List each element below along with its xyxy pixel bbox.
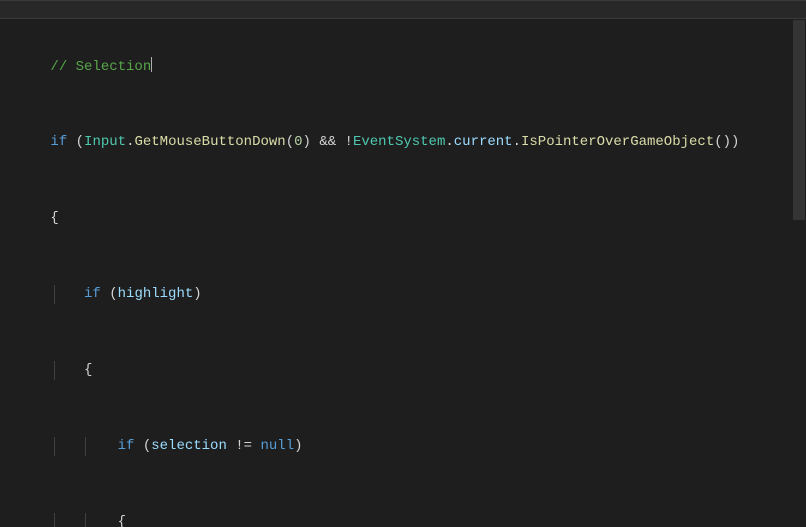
code-line[interactable]: { [0,513,806,527]
code-line[interactable]: if (selection != null) [0,437,806,456]
method: IsPointerOverGameObject [521,134,714,150]
type: Input [84,134,126,150]
code-line[interactable]: { [0,209,806,228]
code-editor[interactable]: // Selection if (Input.GetMouseButtonDow… [0,0,806,527]
text-cursor [151,57,152,72]
comment-text: // Selection [50,59,151,75]
code-line[interactable]: { [0,361,806,380]
scrollbar-thumb[interactable] [793,20,805,220]
code-line[interactable]: if (Input.GetMouseButtonDown(0) && !Even… [0,133,806,152]
kw: if [50,134,67,150]
method: GetMouseButtonDown [134,134,285,150]
code-line[interactable]: // Selection [0,57,806,76]
type: EventSystem [353,134,445,150]
vertical-scrollbar[interactable] [792,0,806,527]
code-lines: // Selection if (Input.GetMouseButtonDow… [0,0,806,527]
code-line[interactable]: if (highlight) [0,285,806,304]
